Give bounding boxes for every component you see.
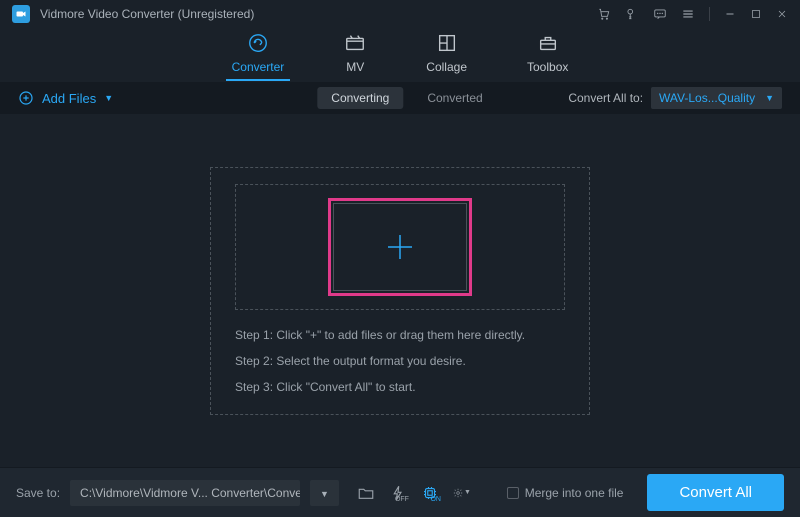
status-segment: Converting Converted bbox=[317, 87, 482, 109]
hw-accel-on-button[interactable]: ON bbox=[421, 484, 439, 502]
feedback-icon[interactable] bbox=[653, 7, 667, 21]
collage-icon bbox=[436, 32, 458, 54]
mv-icon bbox=[344, 32, 366, 54]
hw-accel-off-button[interactable]: OFF bbox=[389, 484, 407, 502]
segment-converted[interactable]: Converted bbox=[427, 91, 482, 105]
save-to-label: Save to: bbox=[16, 486, 60, 500]
drop-zone[interactable]: Step 1: Click "+" to add files or drag t… bbox=[210, 167, 590, 415]
titlebar-actions bbox=[597, 7, 788, 21]
window-title: Vidmore Video Converter (Unregistered) bbox=[40, 7, 254, 21]
menu-icon[interactable] bbox=[681, 7, 695, 21]
camera-icon bbox=[15, 8, 27, 20]
toolbar: Add Files ▼ Converting Converted Convert… bbox=[0, 82, 800, 114]
settings-button[interactable]: ▼ bbox=[453, 484, 471, 502]
folder-icon bbox=[357, 484, 375, 502]
main-area: Step 1: Click "+" to add files or drag t… bbox=[0, 114, 800, 467]
chevron-down-icon: ▼ bbox=[320, 489, 329, 499]
convert-to-label: Convert All to: bbox=[568, 91, 643, 105]
minimize-icon[interactable] bbox=[724, 8, 736, 20]
checkbox-icon bbox=[507, 487, 519, 499]
maximize-icon[interactable] bbox=[750, 8, 762, 20]
save-path[interactable]: C:\Vidmore\Vidmore V... Converter\Conver… bbox=[70, 480, 300, 506]
chevron-down-icon: ▼ bbox=[104, 93, 113, 103]
step-3: Step 3: Click "Convert All" to start. bbox=[235, 380, 565, 394]
convert-all-button[interactable]: Convert All bbox=[647, 474, 784, 511]
on-badge: ON bbox=[430, 496, 441, 503]
titlebar: Vidmore Video Converter (Unregistered) bbox=[0, 0, 800, 28]
chevron-down-icon: ▼ bbox=[765, 93, 774, 103]
merge-checkbox[interactable]: Merge into one file bbox=[507, 486, 624, 500]
key-icon[interactable] bbox=[625, 7, 639, 21]
tab-label: Converter bbox=[232, 60, 285, 74]
save-path-dropdown[interactable]: ▼ bbox=[310, 480, 339, 506]
tab-converter[interactable]: Converter bbox=[232, 32, 285, 80]
step-1: Step 1: Click "+" to add files or drag t… bbox=[235, 328, 565, 342]
tab-label: MV bbox=[346, 60, 364, 74]
add-files-label: Add Files bbox=[42, 91, 96, 106]
format-select[interactable]: WAV-Los...Quality ▼ bbox=[651, 87, 782, 109]
toolbox-icon bbox=[537, 32, 559, 54]
separator bbox=[709, 7, 710, 21]
app-logo bbox=[12, 5, 30, 23]
footer: Save to: C:\Vidmore\Vidmore V... Convert… bbox=[0, 467, 800, 517]
add-files-frame[interactable] bbox=[328, 198, 472, 296]
tab-mv[interactable]: MV bbox=[344, 32, 366, 80]
converter-icon bbox=[247, 32, 269, 54]
gear-icon bbox=[453, 484, 463, 502]
drop-inner bbox=[235, 184, 565, 310]
tab-toolbox[interactable]: Toolbox bbox=[527, 32, 568, 80]
close-icon[interactable] bbox=[776, 8, 788, 20]
merge-label: Merge into one file bbox=[525, 486, 624, 500]
add-files-button[interactable]: Add Files ▼ bbox=[18, 90, 113, 106]
step-2: Step 2: Select the output format you des… bbox=[235, 354, 565, 368]
tab-label: Toolbox bbox=[527, 60, 568, 74]
steps: Step 1: Click "+" to add files or drag t… bbox=[235, 328, 565, 394]
off-badge: OFF bbox=[395, 496, 409, 503]
plus-circle-icon bbox=[18, 90, 34, 106]
convert-all-to: Convert All to: WAV-Los...Quality ▼ bbox=[568, 87, 782, 109]
segment-converting[interactable]: Converting bbox=[317, 87, 403, 109]
tab-collage[interactable]: Collage bbox=[426, 32, 467, 80]
chevron-down-icon: ▼ bbox=[464, 489, 471, 496]
format-value: WAV-Los...Quality bbox=[659, 91, 755, 105]
cart-icon[interactable] bbox=[597, 7, 611, 21]
open-folder-button[interactable] bbox=[357, 484, 375, 502]
tab-label: Collage bbox=[426, 60, 467, 74]
main-tabs: Converter MV Collage Toolbox bbox=[0, 28, 800, 82]
footer-icons: OFF ON ▼ bbox=[357, 484, 471, 502]
